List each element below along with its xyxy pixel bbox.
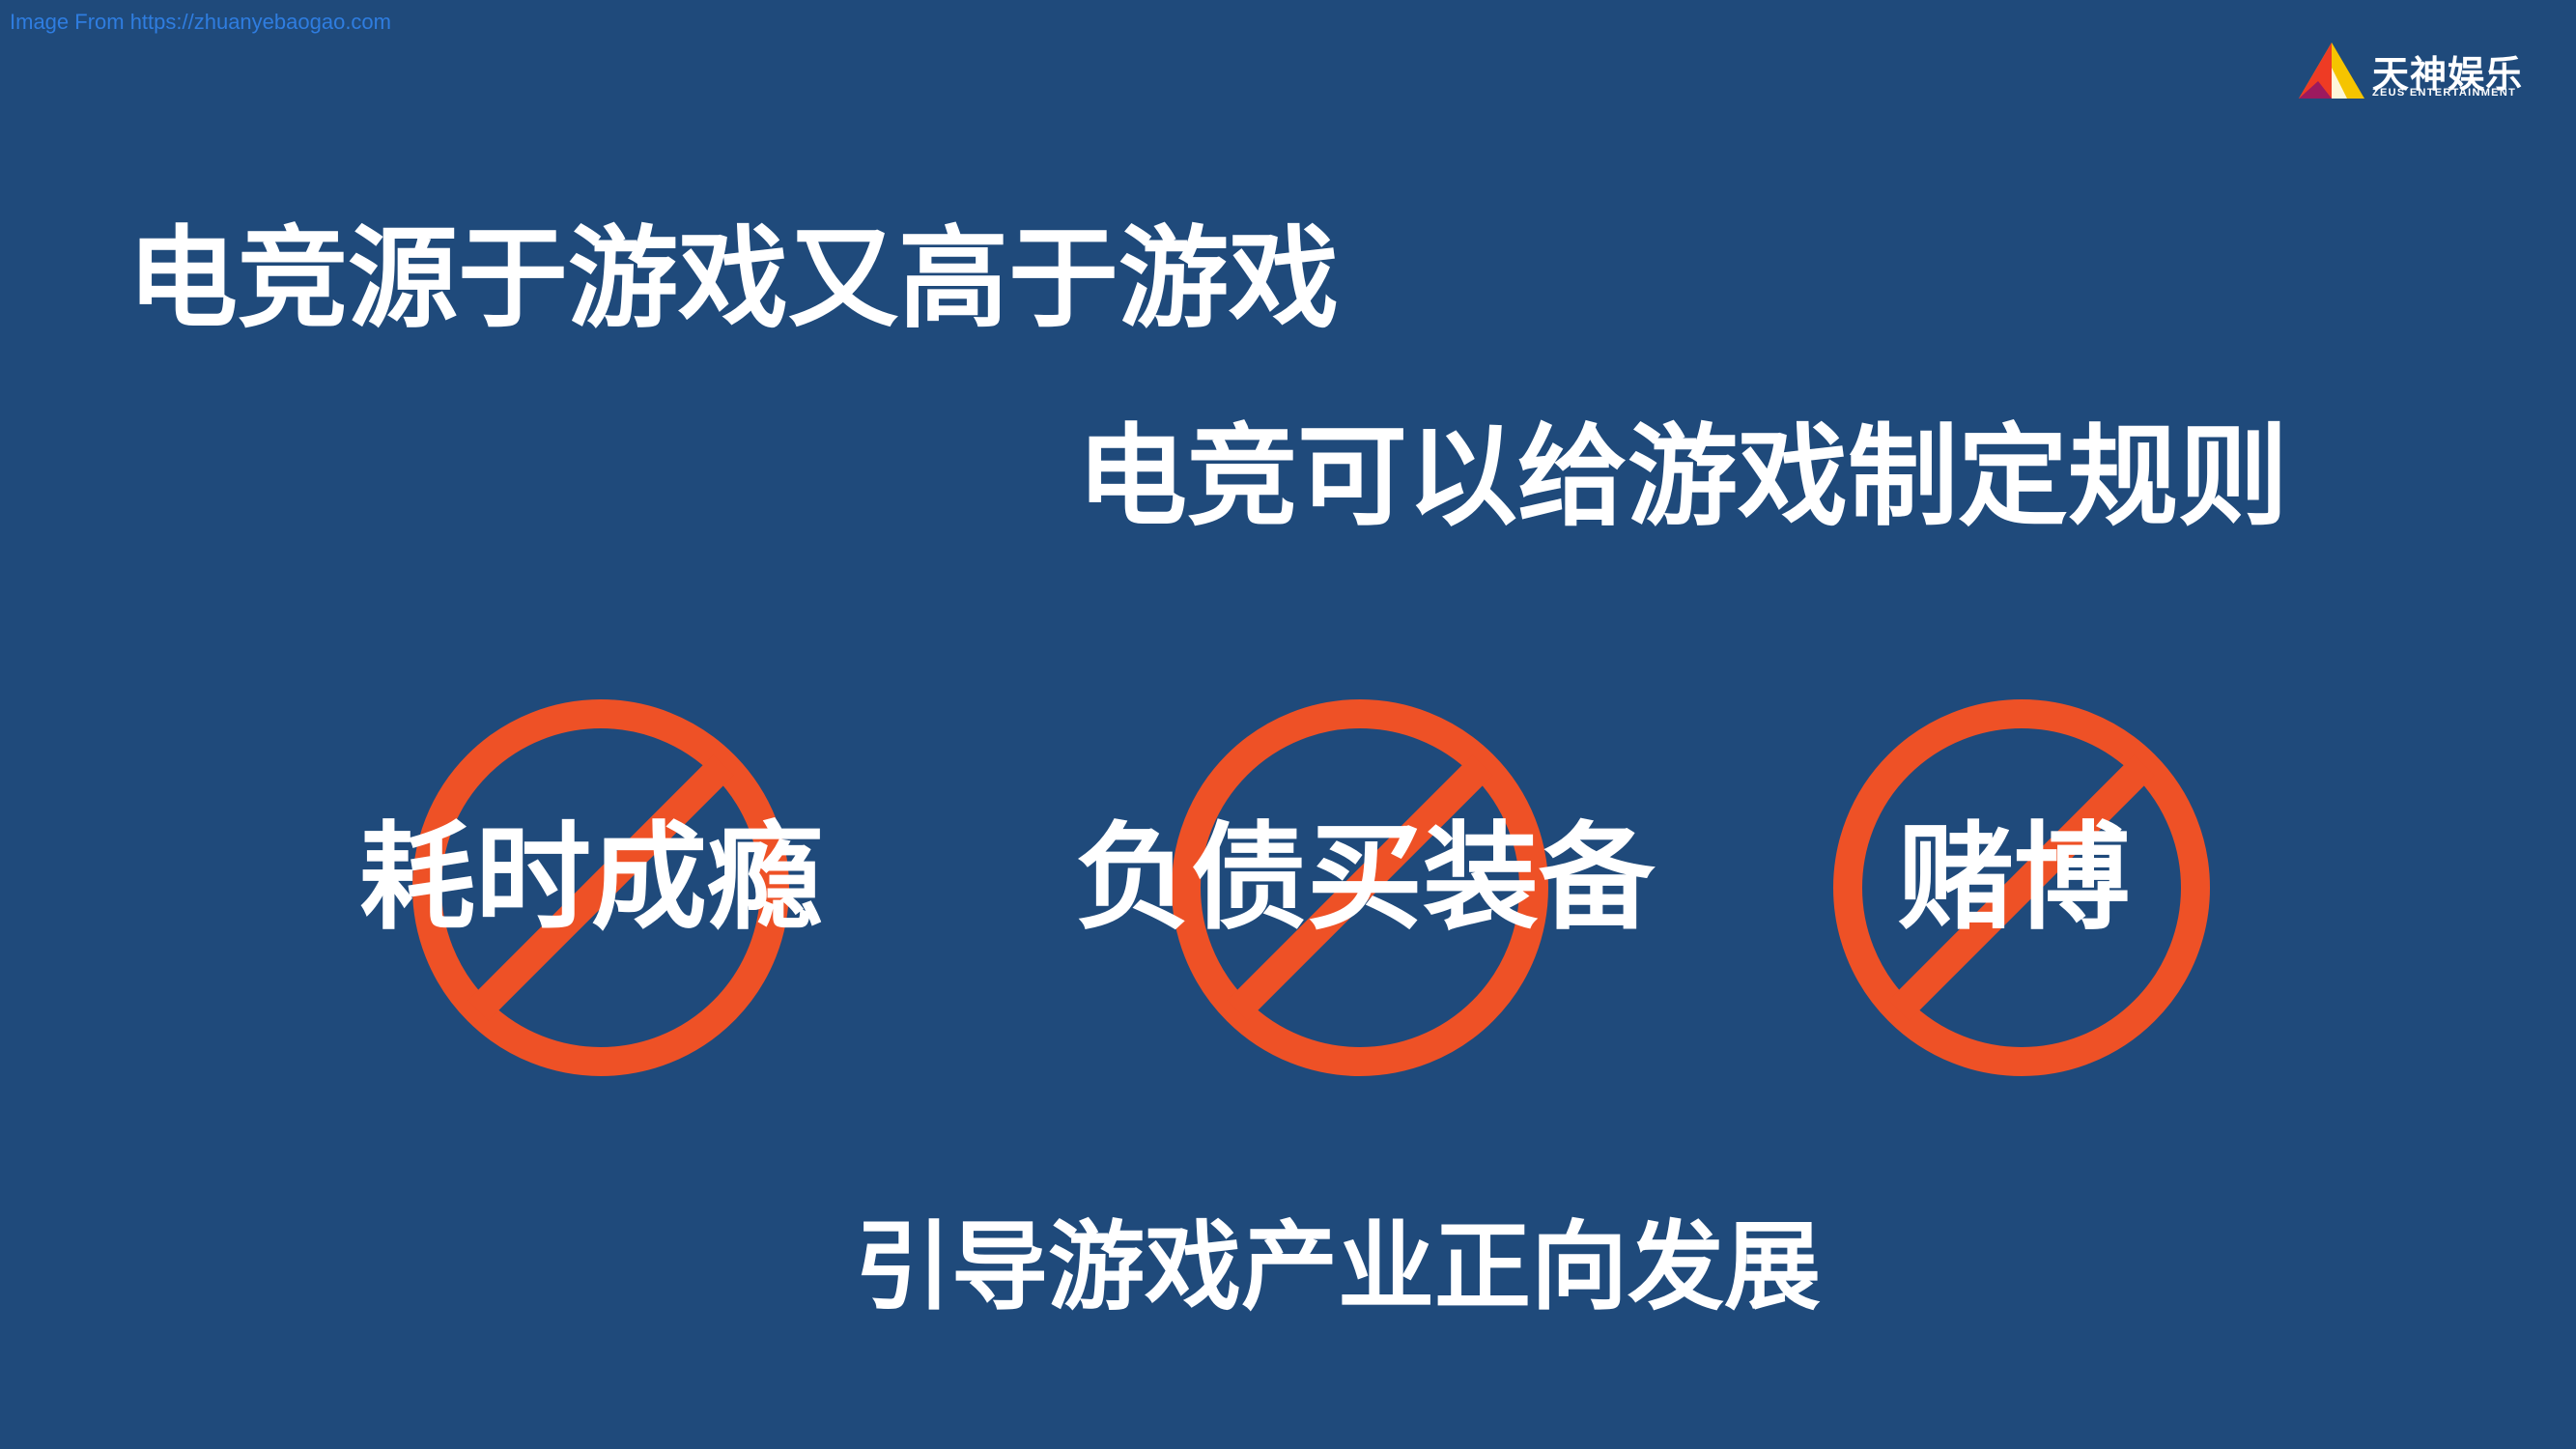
- prohibited-item-label: 负债买装备: [1075, 811, 1655, 946]
- headline-primary: 电竞源于游戏又高于游戏: [127, 214, 1340, 343]
- watermark-text: Image From https://zhuanyebaogao.com: [10, 10, 391, 34]
- logo-name-en: ZEUS ENTERTAINMENT: [2372, 87, 2517, 99]
- footer-slogan: 引导游戏产业正向发展: [855, 1210, 1821, 1323]
- prohibited-item-label: 赌博: [1898, 811, 2130, 946]
- headline-secondary: 电竞可以给游戏制定规则: [1077, 412, 2289, 541]
- logo-mark-icon: [2299, 43, 2364, 99]
- company-logo: 天神娱乐 ZEUS ENTERTAINMENT: [2297, 39, 2548, 106]
- slide: Image From https://zhuanyebaogao.com 天神娱…: [0, 0, 2576, 1449]
- prohibited-item-label: 耗时成瘾: [359, 811, 823, 946]
